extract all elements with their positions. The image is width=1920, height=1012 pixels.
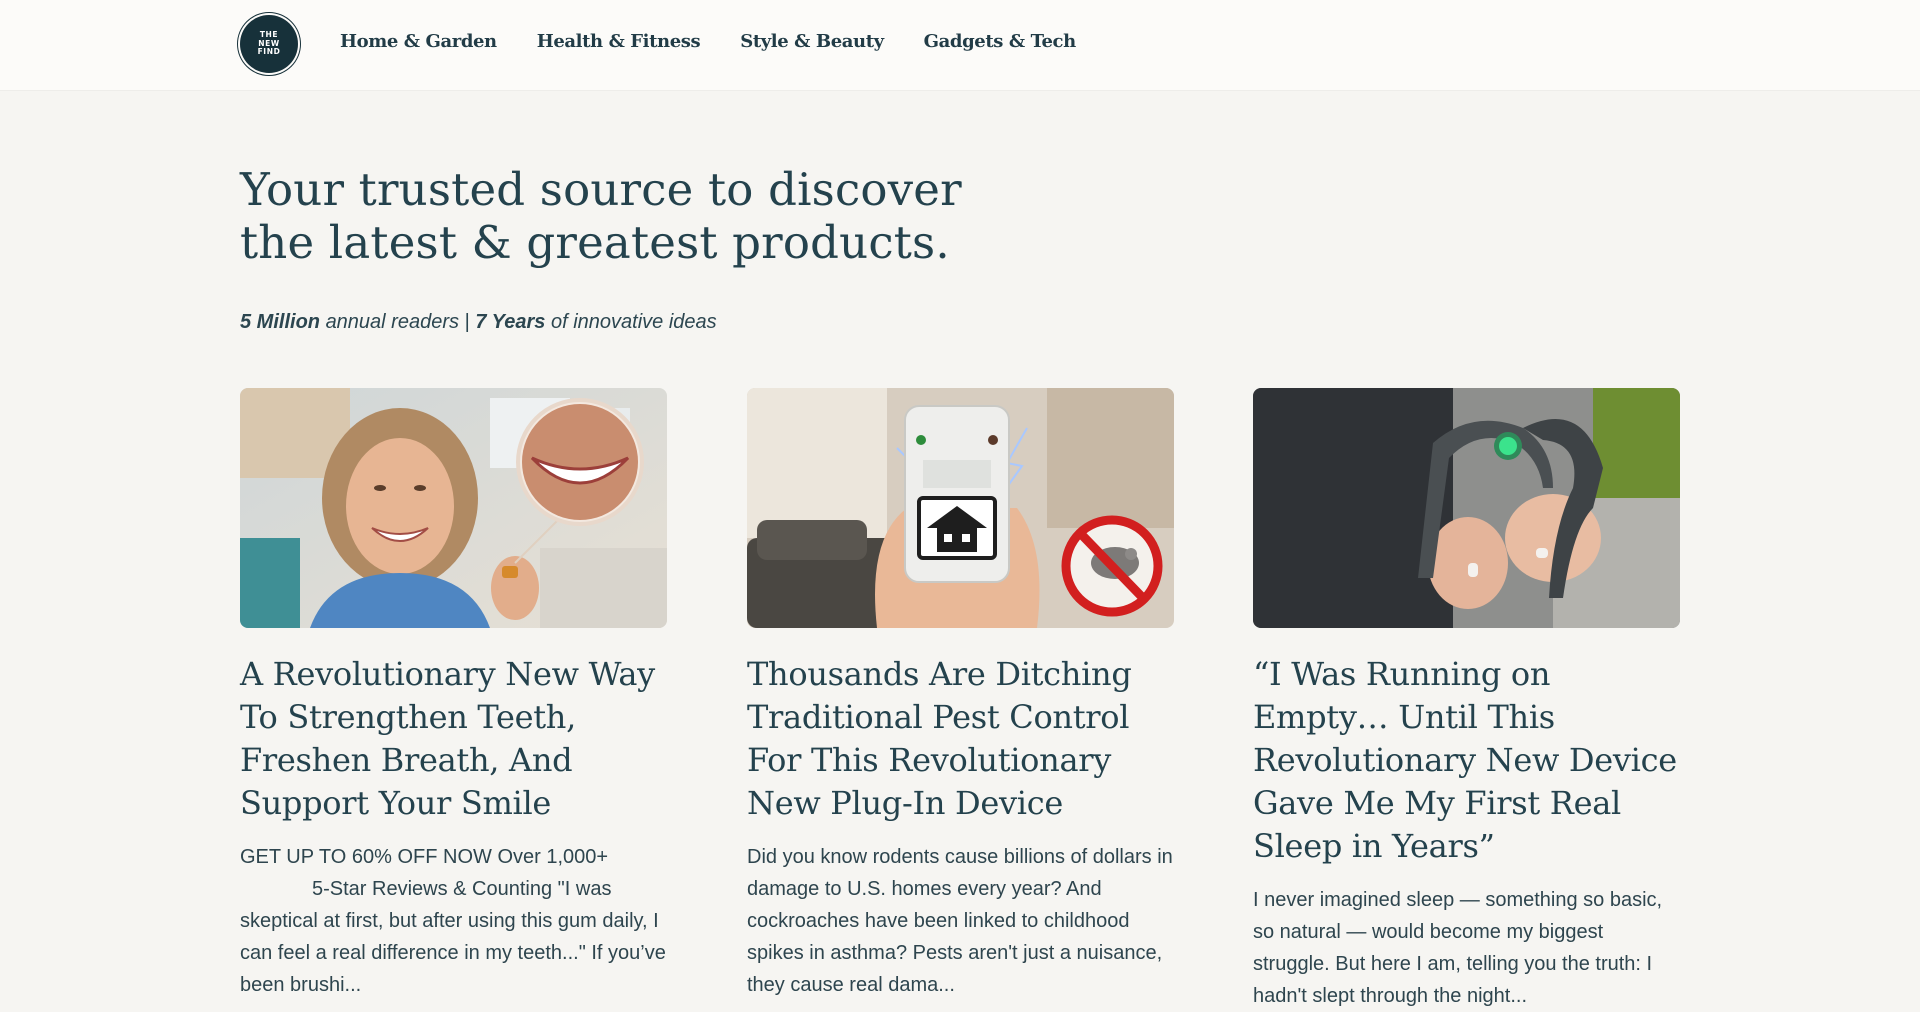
article-image-smiling-woman[interactable] bbox=[240, 388, 667, 628]
readership-stats: 5 Million annual readers | 7 Years of in… bbox=[240, 311, 717, 334]
top-navigation-bar: THE NEW FIND Home & Garden Health & Fitn… bbox=[0, 0, 1920, 90]
nav-style-beauty[interactable]: Style & Beauty bbox=[740, 31, 884, 52]
article-title-sleep-device[interactable]: “I Was Running on Empty… Until This Revo… bbox=[1253, 653, 1680, 868]
article-image-plug-in-device[interactable] bbox=[747, 388, 1174, 628]
article-excerpt-pest-control: Did you know rodents cause billions of d… bbox=[747, 846, 1173, 996]
stat-years-label: of innovative ideas bbox=[550, 311, 717, 333]
article-card-sleep-device: “I Was Running on Empty… Until This Revo… bbox=[1253, 388, 1680, 1012]
stat-years-value: 7 Years bbox=[475, 311, 546, 333]
stat-separator: | bbox=[464, 311, 470, 333]
article-card-pest-control: Thousands Are Ditching Traditional Pest … bbox=[747, 388, 1174, 1001]
nav-health-fitness[interactable]: Health & Fitness bbox=[537, 31, 701, 52]
stat-readers-value: 5 Million bbox=[240, 311, 320, 333]
smiling-woman-gum-illustration bbox=[240, 388, 667, 628]
site-logo[interactable]: THE NEW FIND bbox=[240, 15, 298, 73]
hero-headline-line-1: Your trusted source to discover bbox=[240, 163, 962, 216]
article-image-sleep-device[interactable] bbox=[1253, 388, 1680, 628]
main-nav: Home & Garden Health & Fitness Style & B… bbox=[340, 31, 1076, 52]
article-excerpt-teeth-line-1: GET UP TO 60% OFF NOW Over 1,000+ bbox=[240, 846, 609, 868]
article-card-teeth: A Revolutionary New Way To Strengthen Te… bbox=[240, 388, 667, 1001]
sleep-device-illustration bbox=[1253, 388, 1680, 628]
article-excerpt-teeth-rest: 5-Star Reviews & Counting "I was skeptic… bbox=[240, 878, 666, 996]
nav-gadgets-tech[interactable]: Gadgets & Tech bbox=[924, 31, 1077, 52]
article-title-teeth[interactable]: A Revolutionary New Way To Strengthen Te… bbox=[240, 653, 667, 825]
hero-headline: Your trusted source to discover the late… bbox=[240, 163, 1000, 269]
stat-readers-label: annual readers bbox=[325, 311, 459, 333]
logo-text-find: FIND bbox=[257, 47, 281, 57]
article-title-pest-control[interactable]: Thousands Are Ditching Traditional Pest … bbox=[747, 653, 1174, 825]
nav-home-garden[interactable]: Home & Garden bbox=[340, 31, 497, 52]
hero-headline-line-2: the latest & greatest products. bbox=[240, 216, 950, 269]
article-excerpt-teeth: GET UP TO 60% OFF NOW Over 1,000+ 5-Star … bbox=[240, 841, 667, 1001]
pest-device-illustration bbox=[747, 388, 1174, 628]
